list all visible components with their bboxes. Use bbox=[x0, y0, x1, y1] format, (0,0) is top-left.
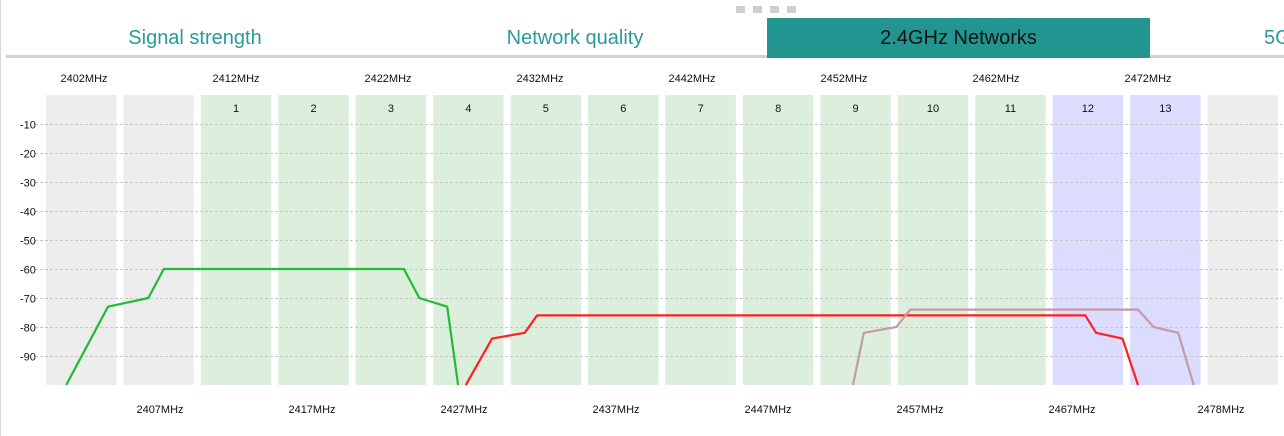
channel-number-label: 6 bbox=[620, 103, 626, 115]
y-tick-label: -10 bbox=[20, 120, 36, 132]
channel-number-label: 8 bbox=[775, 103, 781, 115]
top-frequency-label: 2442MHz bbox=[668, 73, 715, 85]
bottom-frequency-label: 2457MHz bbox=[896, 404, 943, 416]
top-frequency-label: 2462MHz bbox=[972, 73, 1019, 85]
bottom-frequency-label: 2467MHz bbox=[1048, 404, 1095, 416]
channel-band bbox=[433, 95, 504, 385]
channel-number-label: 4 bbox=[465, 103, 471, 115]
y-tick-label: -50 bbox=[20, 236, 36, 248]
bottom-frequency-label: 2427MHz bbox=[440, 404, 487, 416]
bottom-frequency-label: 2437MHz bbox=[592, 404, 639, 416]
channel-number-label: 7 bbox=[698, 103, 704, 115]
bottom-frequency-label: 2478MHz bbox=[1197, 404, 1244, 416]
channel-band bbox=[123, 95, 194, 385]
channel-number-label: 3 bbox=[388, 103, 394, 115]
y-tick-label: -70 bbox=[20, 294, 36, 306]
y-tick-label: -60 bbox=[20, 265, 36, 277]
top-frequency-label: 2422MHz bbox=[364, 73, 411, 85]
channel-number-label: 9 bbox=[853, 103, 859, 115]
wifi-analyzer-page: Signal strength Network quality 2.4GHz N… bbox=[0, 0, 1284, 436]
channel-number-label: 2 bbox=[310, 103, 316, 115]
top-frequency-label: 2472MHz bbox=[1124, 73, 1171, 85]
channel-chart: 1 2 3 4 5 6 7 8 9 10 11 12 13-10-20-30-40-50-60-70-8… bbox=[20, 73, 1282, 416]
channel-number-label: 11 bbox=[1005, 103, 1016, 115]
y-tick-label: -90 bbox=[20, 352, 36, 364]
top-frequency-label: 2432MHz bbox=[516, 73, 563, 85]
y-tick-label: -20 bbox=[20, 149, 36, 161]
channel-number-label: 5 bbox=[543, 103, 549, 115]
channel-band bbox=[278, 95, 349, 385]
top-frequency-label: 2412MHz bbox=[212, 73, 259, 85]
bottom-frequency-label: 2407MHz bbox=[136, 404, 183, 416]
channel-number-label: 13 bbox=[1159, 103, 1171, 115]
channel-number-label: 12 bbox=[1082, 103, 1094, 115]
top-frequency-label: 2402MHz bbox=[60, 73, 107, 85]
top-frequency-label: 2452MHz bbox=[820, 73, 867, 85]
channel-number-label: 10 bbox=[927, 103, 939, 115]
channel-number-label: 1 bbox=[233, 103, 239, 115]
y-tick-label: -80 bbox=[20, 323, 36, 335]
y-tick-label: -40 bbox=[20, 207, 36, 219]
bottom-frequency-label: 2447MHz bbox=[744, 404, 791, 416]
bottom-frequency-label: 2417MHz bbox=[288, 404, 335, 416]
y-tick-label: -30 bbox=[20, 178, 36, 190]
